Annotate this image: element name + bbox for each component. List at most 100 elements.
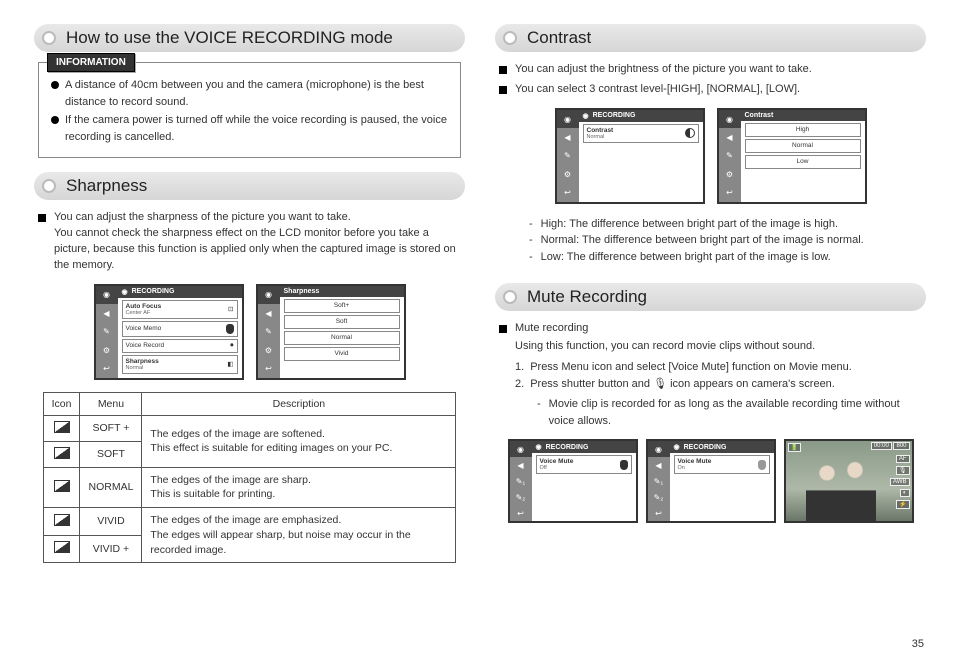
side-tab-camera-icon: ◉ (510, 441, 532, 457)
lcd-screen-recording: ◉ ◀ ✎ ⚙ ↩ ◉RECORDING ContrastNormal (555, 108, 705, 204)
screen-header: Contrast (741, 110, 865, 121)
side-tab-tool1-icon: ✎₁ (510, 473, 532, 489)
info-item: If the camera power is turned off while … (51, 112, 448, 145)
mic-indicator-icon: 🎙 (896, 466, 910, 475)
page-content: How to use the VOICE RECORDING mode INFO… (34, 24, 926, 563)
heading-mute-recording: Mute Recording (495, 283, 926, 311)
screen-header: Sharpness (280, 286, 404, 297)
contrast-level-list: -High: The difference between bright par… (529, 216, 926, 266)
side-tab-play-icon: ◀ (557, 128, 579, 146)
square-bullet-icon (38, 214, 46, 222)
side-tab-camera-icon: ◉ (258, 286, 280, 304)
menu-cell: VIVID (80, 508, 142, 536)
heading-text: Sharpness (66, 176, 147, 196)
bullet-dot-icon (51, 116, 59, 124)
lcd-screen-contrast: ◉ ◀ ✎ ⚙ ↩ Contrast High Normal Low (717, 108, 867, 204)
icon-cell (43, 441, 80, 467)
menu-row: Low (745, 155, 861, 169)
paragraph: You can adjust the sharpness of the pict… (38, 210, 461, 274)
dash-icon: - (529, 216, 533, 233)
menu-row: High (745, 123, 861, 137)
side-tab-back-icon: ↩ (648, 505, 670, 521)
side-tab-setup-icon: ⚙ (96, 341, 118, 359)
menu-row: ContrastNormal (583, 124, 699, 143)
dash-icon: - (537, 396, 541, 429)
iso-readout: 800 (893, 442, 909, 450)
menu-row: Voice Memo (122, 321, 238, 337)
side-tab-back-icon: ↩ (719, 184, 741, 202)
side-tab-setup-icon: ⚙ (719, 165, 741, 183)
paragraph: Mute recording (499, 321, 922, 337)
contrast-icon (685, 128, 695, 138)
desc-cell: The edges of the image are sharp.This is… (142, 467, 456, 507)
menu-cell: VIVID + (80, 535, 142, 563)
side-tab-tool-icon: ✎ (258, 323, 280, 341)
table-header: Description (142, 392, 456, 415)
awb-indicator: AWB (890, 478, 909, 486)
heading-text: How to use the VOICE RECORDING mode (66, 28, 393, 48)
microphone-icon (226, 324, 234, 334)
paragraph: You can adjust the brightness of the pic… (499, 62, 922, 78)
info-item: A distance of 40cm between you and the c… (51, 77, 448, 110)
af-indicator: AF (896, 455, 910, 463)
mute-steps: 1.Press Menu icon and select [Voice Mute… (515, 359, 926, 392)
menu-cell: NORMAL (80, 467, 142, 507)
side-tab-back-icon: ↩ (510, 505, 532, 521)
side-tab-setup-icon: ⚙ (557, 165, 579, 183)
heading-contrast: Contrast (495, 24, 926, 52)
desc-cell: The edges of the image are softened.This… (142, 415, 456, 467)
bullet-dot-icon (51, 81, 59, 89)
side-tab-play-icon: ◀ (510, 457, 532, 473)
menu-row: Soft+ (284, 299, 400, 313)
mute-intro: Using this function, you can record movi… (515, 339, 926, 355)
paragraph: You can select 3 contrast level-[HIGH], … (499, 82, 922, 98)
step-number: 1. (515, 359, 524, 376)
side-tab-setup-icon: ⚙ (258, 341, 280, 359)
square-bullet-icon (499, 86, 507, 94)
icon-cell (43, 535, 80, 563)
timer-readout: 00:00 (871, 442, 892, 450)
icon-cell (43, 415, 80, 441)
bullet-icon (503, 31, 517, 45)
right-column: Contrast You can adjust the brightness o… (495, 24, 926, 563)
heading-sharpness: Sharpness (34, 172, 465, 200)
microphone-mute-icon (758, 460, 766, 470)
table-header: Icon (43, 392, 80, 415)
lcd-screen-recording: ◉ ◀ ✎ ⚙ ↩ ◉RECORDING Auto FocusCenter AF… (94, 284, 244, 380)
dash-icon: - (529, 232, 533, 249)
bullet-icon (42, 31, 56, 45)
menu-row: Normal (284, 331, 400, 345)
menu-row: Voice MuteOn (674, 455, 770, 474)
lcd-screen-preview: 🔋 00:00 800 AF 🎙 AWB ◐ ⚡ (784, 439, 914, 523)
flash-indicator-icon: ⚡ (896, 500, 909, 509)
page-number: 35 (912, 638, 924, 650)
menu-row: Vivid (284, 347, 400, 361)
side-tab-tool2-icon: ✎₂ (510, 489, 532, 505)
side-tab-back-icon: ↩ (557, 184, 579, 202)
side-tab-camera-icon: ◉ (96, 286, 118, 304)
sharpness-vivid-plus-icon (54, 541, 70, 553)
side-tab-tool-icon: ✎ (557, 147, 579, 165)
square-bullet-icon (499, 325, 507, 333)
menu-row: Normal (745, 139, 861, 153)
sharpness-soft-icon (54, 447, 70, 459)
side-tab-play-icon: ◀ (96, 304, 118, 322)
mute-screens: ◉ ◀ ✎₁ ✎₂ ↩ ◉RECORDING Voice MuteOff ◉ ◀ (495, 439, 926, 523)
information-box: INFORMATION A distance of 40cm between y… (38, 62, 461, 158)
sharpness-vivid-icon (54, 514, 70, 526)
menu-row: Voice MuteOff (536, 455, 632, 474)
metering-indicator-icon: ◐ (900, 489, 910, 497)
side-tab-back-icon: ↩ (258, 359, 280, 377)
side-tab-play-icon: ◀ (648, 457, 670, 473)
heading-text: Mute Recording (527, 287, 647, 307)
menu-row: Auto FocusCenter AF⊡ (122, 300, 238, 319)
menu-row: SharpnessNormal◧ (122, 355, 238, 374)
left-column: How to use the VOICE RECORDING mode INFO… (34, 24, 465, 563)
icon-cell (43, 508, 80, 536)
screen-header: ◉RECORDING (579, 110, 703, 122)
dash-icon: - (529, 249, 533, 266)
menu-row: Voice Record⏺ (122, 339, 238, 353)
bullet-icon (503, 290, 517, 304)
sharpness-screens: ◉ ◀ ✎ ⚙ ↩ ◉RECORDING Auto FocusCenter AF… (34, 284, 465, 380)
screen-header: ◉RECORDING (532, 441, 636, 453)
